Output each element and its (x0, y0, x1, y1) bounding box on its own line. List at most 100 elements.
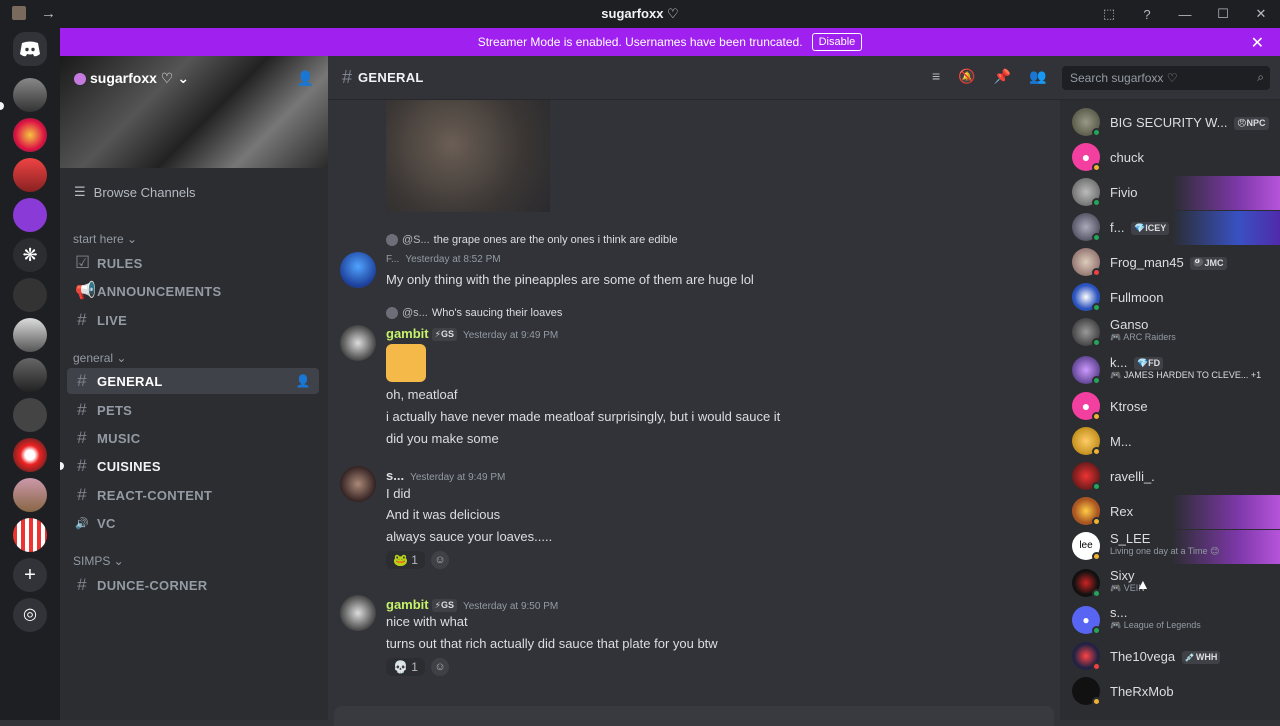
search-input[interactable]: Search sugarfoxx ♡ ⌕ (1062, 66, 1270, 90)
forward-arrow-icon[interactable]: → (41, 5, 56, 22)
member-list-icon[interactable]: 👥 (1029, 68, 1046, 85)
channel-dunce-corner[interactable]: # DUNCE-CORNER (67, 572, 319, 598)
member-item[interactable]: ● s... 🎮 League of Legends (1072, 604, 1272, 638)
reply-user: @s... (402, 307, 428, 319)
timestamp: Yesterday at 9:49 PM (462, 330, 559, 341)
server-icon[interactable] (13, 78, 47, 112)
reply-user: @S... (402, 234, 430, 246)
reply-text: the grape ones are the only ones i think… (433, 234, 678, 246)
avatar[interactable] (340, 252, 376, 288)
avatar (386, 307, 398, 319)
server-icon[interactable] (13, 478, 47, 512)
add-server-icon[interactable]: + (13, 558, 47, 592)
discord-home-icon[interactable] (13, 32, 47, 66)
server-name[interactable]: sugarfoxx ♡ ⌄ (74, 70, 189, 87)
channel-live[interactable]: # LIVE (67, 307, 319, 333)
hash-icon: # (77, 310, 87, 329)
channel-react-content[interactable]: # REACT-CONTENT (67, 482, 319, 508)
invite-people-icon[interactable]: 👤 (297, 70, 314, 87)
status-indicator (1092, 198, 1101, 207)
status-indicator (1092, 662, 1101, 671)
member-name-text: f... (1110, 220, 1125, 235)
server-icon[interactable] (13, 278, 47, 312)
maximize-button[interactable]: ☐ (1204, 6, 1242, 22)
member-item[interactable]: Fullmoon (1072, 281, 1272, 315)
category-general[interactable]: general ⌄ (73, 351, 126, 365)
server-icon[interactable] (13, 318, 47, 352)
channel-pets[interactable]: # PETS (67, 397, 319, 423)
message-input[interactable] (334, 706, 1054, 726)
channel-general[interactable]: # GENERAL 👤 (67, 368, 319, 394)
inbox-icon[interactable]: ⬚ (1090, 6, 1128, 22)
create-invite-icon[interactable]: 👤 (296, 374, 311, 388)
server-icon[interactable]: ❋ (13, 238, 47, 272)
server-icon[interactable] (13, 518, 47, 552)
add-reaction-icon[interactable]: ☺ (430, 551, 449, 569)
username[interactable]: gambit (386, 326, 429, 341)
member-item[interactable]: BIG SECURITY W... 😠NPC (1072, 106, 1272, 140)
message-text: And it was delicious (386, 507, 501, 522)
back-arrow-icon[interactable]: ← (12, 5, 27, 22)
member-name: BIG SECURITY W... 😠NPC (1110, 115, 1269, 130)
message-text: did you make some (386, 431, 499, 446)
browse-channels-button[interactable]: ☰ Browse Channels (74, 184, 196, 200)
channel-rules[interactable]: ☑ RULES (67, 250, 319, 276)
server-icon[interactable] (13, 358, 47, 392)
explore-servers-icon[interactable]: ◎ (13, 598, 47, 632)
member-item[interactable]: Frog_man45 🎱JMC (1072, 246, 1272, 280)
member-item[interactable]: ● Ktrose (1072, 390, 1272, 424)
member-item[interactable]: lee S_LEE Living one day at a Time 😊 (1072, 530, 1280, 564)
username[interactable]: F... (386, 254, 399, 265)
category-start-here[interactable]: start here ⌄ (73, 232, 137, 246)
server-icon[interactable] (13, 118, 47, 152)
message-header: gambit ⚡GS Yesterday at 9:49 PM (386, 326, 558, 341)
close-banner-icon[interactable]: ✕ (1251, 33, 1264, 53)
channel-music[interactable]: # MUSIC (67, 425, 319, 451)
member-item[interactable]: Rex (1072, 495, 1280, 529)
notification-settings-icon[interactable]: 🔕 (958, 68, 975, 85)
member-item[interactable]: ravelli_. (1072, 460, 1272, 494)
username[interactable]: s... (386, 468, 404, 483)
channel-announcements[interactable]: 📢 ANNOUNCEMENTS (67, 278, 319, 304)
threads-icon[interactable]: ≡ (932, 68, 940, 85)
member-item[interactable]: Fivio (1072, 176, 1280, 210)
member-item[interactable]: TheRxMob (1072, 675, 1272, 709)
close-window-button[interactable]: ✕ (1242, 6, 1280, 22)
status-indicator (1092, 447, 1101, 456)
server-icon[interactable] (13, 398, 47, 432)
server-icon[interactable] (13, 198, 47, 232)
status-indicator (1092, 626, 1101, 635)
reaction-button[interactable]: 💀 1 (386, 658, 425, 676)
help-icon[interactable]: ? (1128, 7, 1166, 22)
sticker-image[interactable] (386, 344, 426, 382)
member-item[interactable]: f... 💎ICEY (1072, 211, 1280, 245)
channel-cuisines[interactable]: # CUISINES (67, 453, 319, 479)
member-item[interactable]: M... (1072, 425, 1272, 459)
attachment-image[interactable] (386, 100, 550, 212)
member-name: Sixy (1110, 568, 1135, 583)
add-reaction-icon[interactable]: ☺ (430, 658, 449, 676)
reply-preview[interactable]: @S... the grape ones are the only ones i… (386, 234, 678, 246)
title-bar: ← → sugarfoxx ♡ ⬚ ? — ☐ ✕ (0, 0, 1280, 28)
member-item[interactable]: Sixy 🎮 VEIN (1072, 567, 1272, 601)
server-icon[interactable] (13, 158, 47, 192)
disable-streamer-button[interactable]: Disable (811, 33, 863, 51)
reaction-button[interactable]: 🐸 1 (386, 551, 425, 569)
avatar[interactable] (340, 466, 376, 502)
server-icon[interactable] (13, 438, 47, 472)
member-item[interactable]: The10vega 💉WHH (1072, 640, 1272, 674)
member-item[interactable]: ● chuck (1072, 141, 1272, 175)
member-item[interactable]: Ganso 🎮 ARC Raiders (1072, 316, 1272, 350)
minimize-button[interactable]: — (1166, 7, 1204, 22)
username[interactable]: gambit (386, 597, 429, 612)
reply-preview[interactable]: @s... Who's saucing their loaves (386, 307, 562, 319)
server-banner[interactable]: sugarfoxx ♡ ⌄ 👤 (60, 56, 328, 168)
server-tag: 💉WHH (1181, 651, 1221, 664)
avatar[interactable] (340, 595, 376, 631)
member-name: chuck (1110, 150, 1144, 165)
member-item[interactable]: k... 💎FD 🎮 JAMES HARDEN TO CLEVE... +1 (1072, 354, 1272, 388)
channel-vc[interactable]: 🔊 VC (67, 510, 319, 536)
category-simps[interactable]: SIMPS ⌄ (73, 554, 124, 568)
avatar[interactable] (340, 325, 376, 361)
pinned-messages-icon[interactable]: 📌 (994, 68, 1011, 85)
